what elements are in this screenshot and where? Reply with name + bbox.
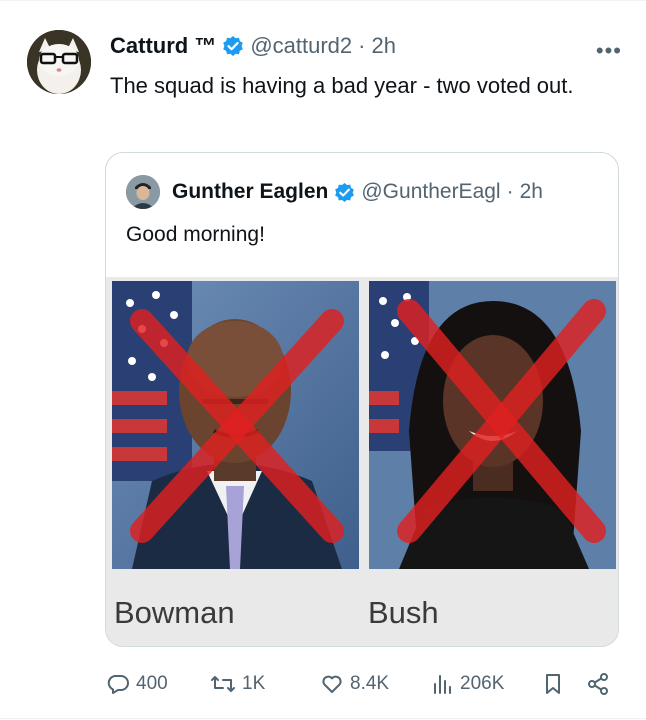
repost-icon	[211, 676, 235, 692]
quoted-tweet-card[interactable]: Gunther Eaglen @GuntherEagl · 2h Good mo…	[105, 152, 619, 647]
caption-left: Bowman	[114, 595, 235, 630]
quoted-author-name[interactable]: Gunther Eaglen	[172, 180, 328, 204]
top-divider	[0, 0, 646, 1]
quoted-media-image[interactable]: Bowman Bush	[106, 277, 618, 646]
portrait-photo-right	[369, 281, 616, 569]
like-count: 8.4K	[350, 673, 390, 694]
tweet-text: The squad is having a bad year - two vot…	[110, 73, 574, 98]
portrait-photo-left	[112, 281, 359, 569]
bookmark-button[interactable]	[542, 666, 570, 702]
separator-dot: ·	[358, 33, 366, 58]
repost-count: 1K	[242, 673, 266, 694]
analytics-icon	[434, 675, 451, 694]
separator-dot: ·	[506, 180, 514, 203]
author-name[interactable]: Catturd ™	[110, 33, 216, 59]
bottom-divider	[0, 718, 646, 719]
share-button[interactable]	[586, 666, 616, 702]
bookmark-icon	[546, 674, 560, 694]
repost-button[interactable]: 1K	[210, 666, 265, 702]
quoted-author-avatar[interactable]	[126, 175, 160, 209]
quoted-author-handle[interactable]: @GuntherEagl	[361, 180, 500, 204]
view-count: 206K	[460, 673, 505, 694]
tweet-action-bar: 400 1K 8.4K 206K	[106, 666, 618, 702]
verified-badge-icon	[222, 35, 244, 57]
reply-count: 400	[136, 673, 168, 694]
quoted-timestamp[interactable]: 2h	[520, 180, 543, 204]
like-button[interactable]: 8.4K	[320, 666, 389, 702]
quoted-tweet-text: Good morning!	[126, 223, 265, 246]
heart-icon	[322, 675, 342, 693]
more-options-icon[interactable]: •••	[596, 38, 622, 64]
author-avatar[interactable]	[27, 30, 91, 94]
share-icon	[588, 673, 608, 695]
reply-icon	[107, 675, 129, 694]
views-button[interactable]: 206K	[432, 666, 504, 702]
author-handle[interactable]: @catturd2	[250, 33, 352, 59]
quoted-tweet-header: Gunther Eaglen @GuntherEagl · 2h	[126, 175, 543, 209]
tweet-header: Catturd ™ @catturd2 · 2h	[110, 32, 396, 60]
reply-button[interactable]: 400	[106, 666, 168, 702]
verified-badge-icon	[334, 182, 355, 203]
tweet-timestamp[interactable]: 2h	[371, 33, 395, 59]
caption-right: Bush	[368, 595, 439, 630]
